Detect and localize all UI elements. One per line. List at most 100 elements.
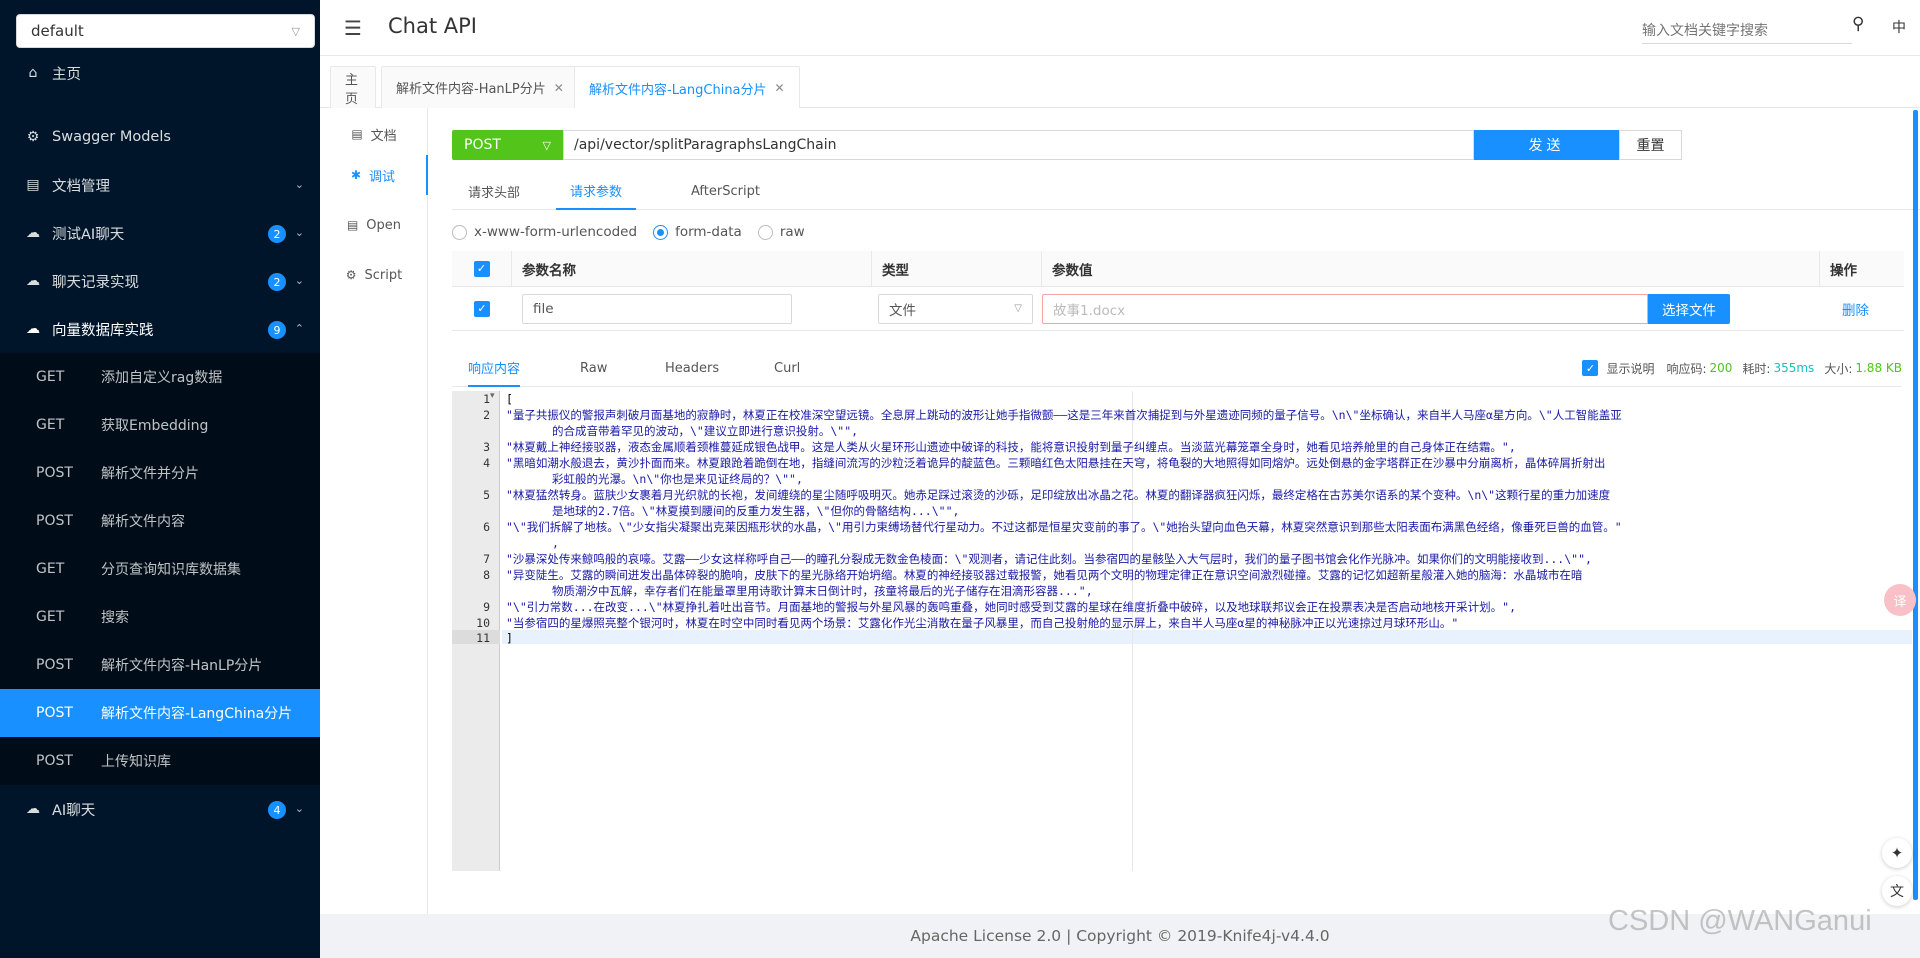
chevron-down-icon: ⌄ <box>294 226 304 239</box>
sidebar-subitem[interactable]: POST 上传知识库 <box>0 737 320 785</box>
search-icon[interactable]: ⚲ <box>1852 14 1864 34</box>
sidebar-item-ai-chat[interactable]: ☁ AI聊天 4 ⌄ <box>0 785 320 833</box>
count-badge: 2 <box>268 225 286 243</box>
size-label: 大小: <box>1824 361 1853 376</box>
tab-afterscript[interactable]: AfterScript <box>691 172 760 210</box>
tab-request-params[interactable]: 请求参数 <box>556 172 637 210</box>
radio-circle <box>452 224 467 240</box>
file-icon: ▤ <box>346 218 359 232</box>
request-tabs: 请求头部 请求参数 AfterScript <box>452 172 1920 210</box>
http-method: GET <box>36 609 65 625</box>
count-badge: 2 <box>268 273 286 291</box>
param-type-select[interactable]: 文件 ▽ <box>878 293 1033 324</box>
gear-icon: ⚙ <box>345 268 357 282</box>
chevron-down-icon: ▽ <box>291 24 300 38</box>
page-scrollbar[interactable] <box>1913 110 1918 900</box>
sidebar-subitem-label: 上传知识库 <box>101 754 171 770</box>
file-input[interactable]: 故事1.docx <box>1042 293 1648 324</box>
cloud-icon: ☁ <box>26 321 40 337</box>
status-code-label: 响应码: <box>1666 361 1707 376</box>
sidebar-subitem-label: 解析文件内容 <box>101 514 185 530</box>
row-checkbox[interactable]: ✓ <box>474 300 490 317</box>
tab-response-curl[interactable]: Curl <box>774 349 800 387</box>
column-header: 参数名称 <box>512 251 872 287</box>
sidebar-item-doc-manage[interactable]: ▤ 文档管理 ⌄ <box>0 161 320 209</box>
sidebar-subitem-label: 搜索 <box>101 610 129 626</box>
sidebar-subitem-label: 解析文件内容-HanLP分片 <box>101 658 263 674</box>
ai-sparkle-icon[interactable]: ✦ <box>1882 838 1912 868</box>
http-method: POST <box>36 753 73 769</box>
tab-response-headers[interactable]: Headers <box>665 349 719 387</box>
sidebar-subitem[interactable]: GET 获取Embedding <box>0 401 320 449</box>
group-select[interactable]: default ▽ <box>16 14 315 48</box>
sidebar-subitem[interactable]: GET 搜索 <box>0 593 320 641</box>
translate-icon[interactable]: 文 <box>1882 876 1912 906</box>
sidebar-subitem[interactable]: GET 分页查询知识库数据集 <box>0 545 320 593</box>
radio-form-data[interactable]: form-data <box>653 224 742 240</box>
tab-label: 解析文件内容-HanLP分片 <box>396 82 546 97</box>
sidebar-subitem[interactable]: GET 添加自定义rag数据 <box>0 353 320 401</box>
column-header: 类型 <box>872 251 1042 287</box>
sidebar-item-label: 测试AI聊天 <box>52 226 125 243</box>
tab-home[interactable]: 主页 <box>330 66 376 108</box>
sidebar-item-vector-db[interactable]: ☁ 向量数据库实践 9 ⌃ <box>0 305 320 353</box>
side-tab-open[interactable]: ▤ Open <box>320 205 428 245</box>
delete-link[interactable]: 删除 <box>1842 299 1869 319</box>
radio-label: x-www-form-urlencoded <box>474 224 638 240</box>
code-line: 彩虹般的光瀑。\n\"你也是来见证终局的？\"", <box>552 472 803 486</box>
tab-request-headers[interactable]: 请求头部 <box>468 172 520 210</box>
method-select[interactable]: POST ▽ <box>452 130 563 160</box>
side-tab-script[interactable]: ⚙ Script <box>320 255 428 295</box>
status-code: 200 <box>1709 361 1733 375</box>
sidebar-item-test-ai-chat[interactable]: ☁ 测试AI聊天 2 ⌄ <box>0 209 320 257</box>
translate-plugin-icon[interactable]: 译 <box>1884 584 1916 616</box>
sidebar-item-swagger-models[interactable]: ⚙ Swagger Models <box>0 113 320 161</box>
radio-circle <box>757 224 773 240</box>
sidebar-subitem-active[interactable]: POST 解析文件内容-LangChina分片 <box>0 689 320 737</box>
radio-urlencoded[interactable]: x-www-form-urlencoded <box>452 224 637 240</box>
tab-label: AfterScript <box>691 183 760 199</box>
reset-button[interactable]: 重置 <box>1619 130 1682 160</box>
gear-icon: ⚙ <box>26 129 40 145</box>
show-desc-checkbox[interactable]: ✓ <box>1582 360 1599 376</box>
body-type-radios: x-www-form-urlencoded form-data raw <box>452 220 821 244</box>
count-badge: 9 <box>268 321 286 339</box>
sidebar-item-home[interactable]: ⌂ 主页 <box>0 49 320 97</box>
side-tab-label: 调试 <box>369 169 396 185</box>
radio-label: form-data <box>675 224 742 240</box>
language-toggle[interactable]: 中 <box>1892 17 1906 37</box>
side-tab-doc[interactable]: ▤ 文档 <box>320 114 428 154</box>
fold-icon[interactable]: ▾ <box>490 391 495 401</box>
sidebar-item-label: 聊天记录实现 <box>52 274 139 291</box>
top-header: ☰ Chat API ⚲ 中 <box>320 0 1920 56</box>
choose-file-button[interactable]: 选择文件 <box>1648 293 1730 324</box>
url-input[interactable]: /api/vector/splitParagraphsLangChain <box>563 130 1474 160</box>
param-table: ✓ 参数名称 类型 参数值 操作 ✓ file 文件 ▽ 故事1.docx 选择… <box>452 251 1904 331</box>
close-icon[interactable]: ✕ <box>775 81 785 95</box>
tab-label: Raw <box>580 360 608 376</box>
sidebar-subitem[interactable]: POST 解析文件内容-HanLP分片 <box>0 641 320 689</box>
send-button[interactable]: 发送 <box>1474 130 1619 160</box>
tab-hanlp[interactable]: 解析文件内容-HanLP分片 ✕ <box>381 66 579 108</box>
close-icon[interactable]: ✕ <box>554 81 564 95</box>
sidebar-item-label: Swagger Models <box>52 129 171 145</box>
cloud-icon: ☁ <box>26 273 40 289</box>
response-editor[interactable]: 1 2 3 4 5 6 7 8 9 10 11 ▾ [ "量子共振仪的警报声刺破… <box>452 391 1912 871</box>
tab-label: Curl <box>774 360 801 376</box>
select-all-checkbox[interactable]: ✓ <box>473 260 490 277</box>
radio-raw[interactable]: raw <box>757 224 805 240</box>
sidebar-subitem-label: 分页查询知识库数据集 <box>101 562 241 578</box>
code-line: 物质潮汐中瓦解，幸存者们在能量罩里用诗歌计算末日倒计时，孩童将最后的光子储存在泪… <box>552 584 1093 598</box>
tab-response-raw[interactable]: Raw <box>580 349 607 387</box>
sidebar-subitem[interactable]: POST 解析文件内容 <box>0 497 320 545</box>
param-name-input[interactable]: file <box>522 293 792 324</box>
sidebar-item-chat-history[interactable]: ☁ 聊天记录实现 2 ⌄ <box>0 257 320 305</box>
menu-fold-icon[interactable]: ☰ <box>344 16 362 40</box>
tab-response-content[interactable]: 响应内容 <box>468 349 521 387</box>
sidebar-subitem[interactable]: POST 解析文件并分片 <box>0 449 320 497</box>
tab-langchina[interactable]: 解析文件内容-LangChina分片 ✕ <box>574 66 800 109</box>
http-method: GET <box>36 417 65 433</box>
line-number: 4 <box>483 456 490 470</box>
side-tab-debug[interactable]: ✱ 调试 <box>320 155 428 195</box>
search-input[interactable] <box>1642 16 1852 44</box>
